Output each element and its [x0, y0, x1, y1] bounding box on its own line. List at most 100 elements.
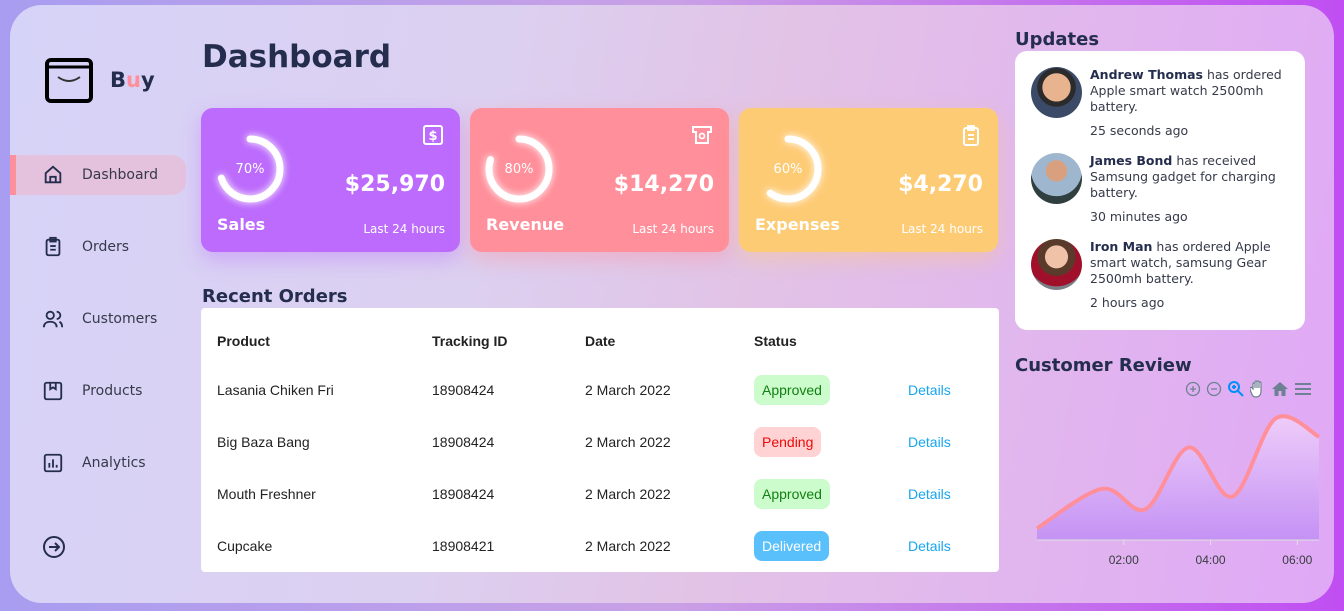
- cell-tracking-id: 18908421: [432, 538, 495, 554]
- sidebar-item-label: Analytics: [82, 455, 146, 471]
- table-row: Cupcake 18908421 2 March 2022 Delivered …: [201, 529, 999, 563]
- sidebar-item-dashboard[interactable]: Dashboard: [10, 155, 186, 195]
- update-name: Andrew Thomas: [1090, 67, 1203, 82]
- update-name: Iron Man: [1090, 239, 1153, 254]
- x-tick-label: 06:00: [1282, 553, 1312, 567]
- cell-date: 2 March 2022: [585, 434, 671, 450]
- status-badge: Approved: [754, 479, 830, 509]
- card-expenses[interactable]: 60% Expenses $4,270 Last 24 hours: [739, 108, 998, 252]
- card-amount: $14,270: [613, 172, 714, 197]
- sidebar-item-customers[interactable]: Customers: [10, 299, 186, 339]
- customer-review-title: Customer Review: [1015, 355, 1192, 376]
- chart-toolbar: [1185, 380, 1312, 398]
- cell-tracking-id: 18908424: [432, 382, 495, 398]
- card-label: Revenue: [486, 215, 565, 234]
- shopping-bag-icon: [45, 58, 93, 103]
- table-row: Big Baza Bang 18908424 2 March 2022 Pend…: [201, 425, 999, 459]
- zoom-in-icon[interactable]: [1185, 381, 1201, 397]
- logout-icon: [43, 536, 65, 558]
- clipboard-icon: [45, 236, 61, 257]
- cell-product: Big Baza Bang: [217, 434, 310, 450]
- progress-percent: 60%: [773, 161, 803, 177]
- bookmark-box-icon: [43, 381, 63, 401]
- updates-title: Updates: [1015, 29, 1100, 50]
- cell-product: Lasania Chiken Fri: [217, 382, 334, 398]
- details-link[interactable]: Details: [908, 486, 951, 502]
- sidebar-item-orders[interactable]: Orders: [10, 227, 186, 267]
- svg-text:$: $: [428, 129, 437, 144]
- table-header: Product Tracking ID Date Status: [201, 324, 999, 358]
- logout-button[interactable]: [42, 535, 66, 563]
- status-badge: Pending: [754, 427, 822, 457]
- update-time: 30 minutes ago: [1090, 209, 1188, 224]
- cell-tracking-id: 18908424: [432, 434, 495, 450]
- cell-tracking-id: 18908424: [432, 486, 495, 502]
- progress-ring: 70%: [215, 134, 285, 208]
- progress-ring: 80%: [484, 134, 554, 208]
- x-tick-label: 04:00: [1196, 553, 1226, 567]
- details-link[interactable]: Details: [908, 382, 951, 398]
- recent-orders-title: Recent Orders: [202, 286, 348, 307]
- pan-hand-icon[interactable]: [1250, 380, 1266, 398]
- sidebar-item-products[interactable]: Products: [10, 371, 186, 411]
- update-time: 25 seconds ago: [1090, 123, 1189, 138]
- brand-b: B: [110, 68, 127, 92]
- table-row: Mouth Freshner 18908424 2 March 2022 App…: [201, 477, 999, 511]
- recent-orders-table: Product Tracking ID Date Status Lasania …: [201, 308, 999, 572]
- app-window: Buy Dashboard Orders Customers Products …: [10, 5, 1334, 603]
- cell-product: Cupcake: [217, 538, 273, 554]
- cell-date: 2 March 2022: [585, 538, 671, 554]
- card-sales[interactable]: 70% $ Sales $25,970 Last 24 hours: [201, 108, 460, 252]
- sidebar-item-label: Dashboard: [82, 167, 158, 183]
- avatar: [1031, 239, 1082, 290]
- progress-percent: 70%: [235, 161, 265, 177]
- details-link[interactable]: Details: [908, 538, 951, 554]
- card-label: Expenses: [755, 215, 840, 234]
- sidebar-item-label: Customers: [82, 311, 158, 327]
- stat-cards: 70% $ Sales $25,970 Last 24 hours 80% Re…: [201, 108, 998, 252]
- customer-review-chart: 02:00 04:00 06:00: [1035, 414, 1321, 567]
- menu-icon[interactable]: [1294, 381, 1312, 397]
- update-item: Andrew Thomas has ordered Apple smart wa…: [1031, 67, 1305, 139]
- sidebar-item-label: Orders: [82, 239, 130, 255]
- card-revenue[interactable]: 80% Revenue $14,270 Last 24 hours: [470, 108, 729, 252]
- details-link[interactable]: Details: [908, 434, 951, 450]
- brand-name: Buy: [110, 68, 155, 92]
- card-period: Last 24 hours: [632, 222, 714, 236]
- sidebar-item-label: Products: [82, 383, 143, 399]
- status-badge: Delivered: [754, 531, 830, 561]
- zoom-out-icon[interactable]: [1206, 381, 1222, 397]
- cell-date: 2 March 2022: [585, 382, 671, 398]
- update-time: 2 hours ago: [1090, 295, 1165, 310]
- atm-icon: [692, 126, 712, 144]
- cell-date: 2 March 2022: [585, 486, 671, 502]
- brand-u: u: [126, 68, 141, 92]
- card-amount: $25,970: [344, 172, 445, 197]
- bar-chart-icon: [43, 453, 63, 473]
- users-icon: [42, 310, 64, 328]
- updates-panel: Andrew Thomas has ordered Apple smart wa…: [1015, 51, 1305, 330]
- sidebar-item-analytics[interactable]: Analytics: [10, 443, 186, 483]
- home-icon: [44, 165, 62, 184]
- progress-ring: 60%: [753, 134, 823, 208]
- avatar: [1031, 153, 1082, 204]
- card-period: Last 24 hours: [901, 222, 983, 236]
- progress-percent: 80%: [504, 161, 534, 177]
- header-tracking-id: Tracking ID: [432, 333, 508, 349]
- status-badge: Approved: [754, 375, 830, 405]
- card-label: Sales: [217, 215, 266, 234]
- cell-product: Mouth Freshner: [217, 486, 316, 502]
- avatar: [1031, 67, 1082, 118]
- area-fill: [1037, 416, 1319, 540]
- table-row: Lasania Chiken Fri 18908424 2 March 2022…: [201, 373, 999, 407]
- update-item: James Bond has received Samsung gadget f…: [1031, 153, 1305, 225]
- brand-y: y: [140, 68, 155, 92]
- update-item: Iron Man has ordered Apple smart watch, …: [1031, 239, 1305, 311]
- dollar-icon: $: [423, 125, 443, 145]
- header-status: Status: [754, 333, 797, 349]
- selection-zoom-icon[interactable]: [1227, 380, 1245, 398]
- card-amount: $4,270: [898, 172, 983, 197]
- reset-home-icon[interactable]: [1271, 381, 1289, 397]
- card-period: Last 24 hours: [363, 222, 445, 236]
- header-product: Product: [217, 333, 270, 349]
